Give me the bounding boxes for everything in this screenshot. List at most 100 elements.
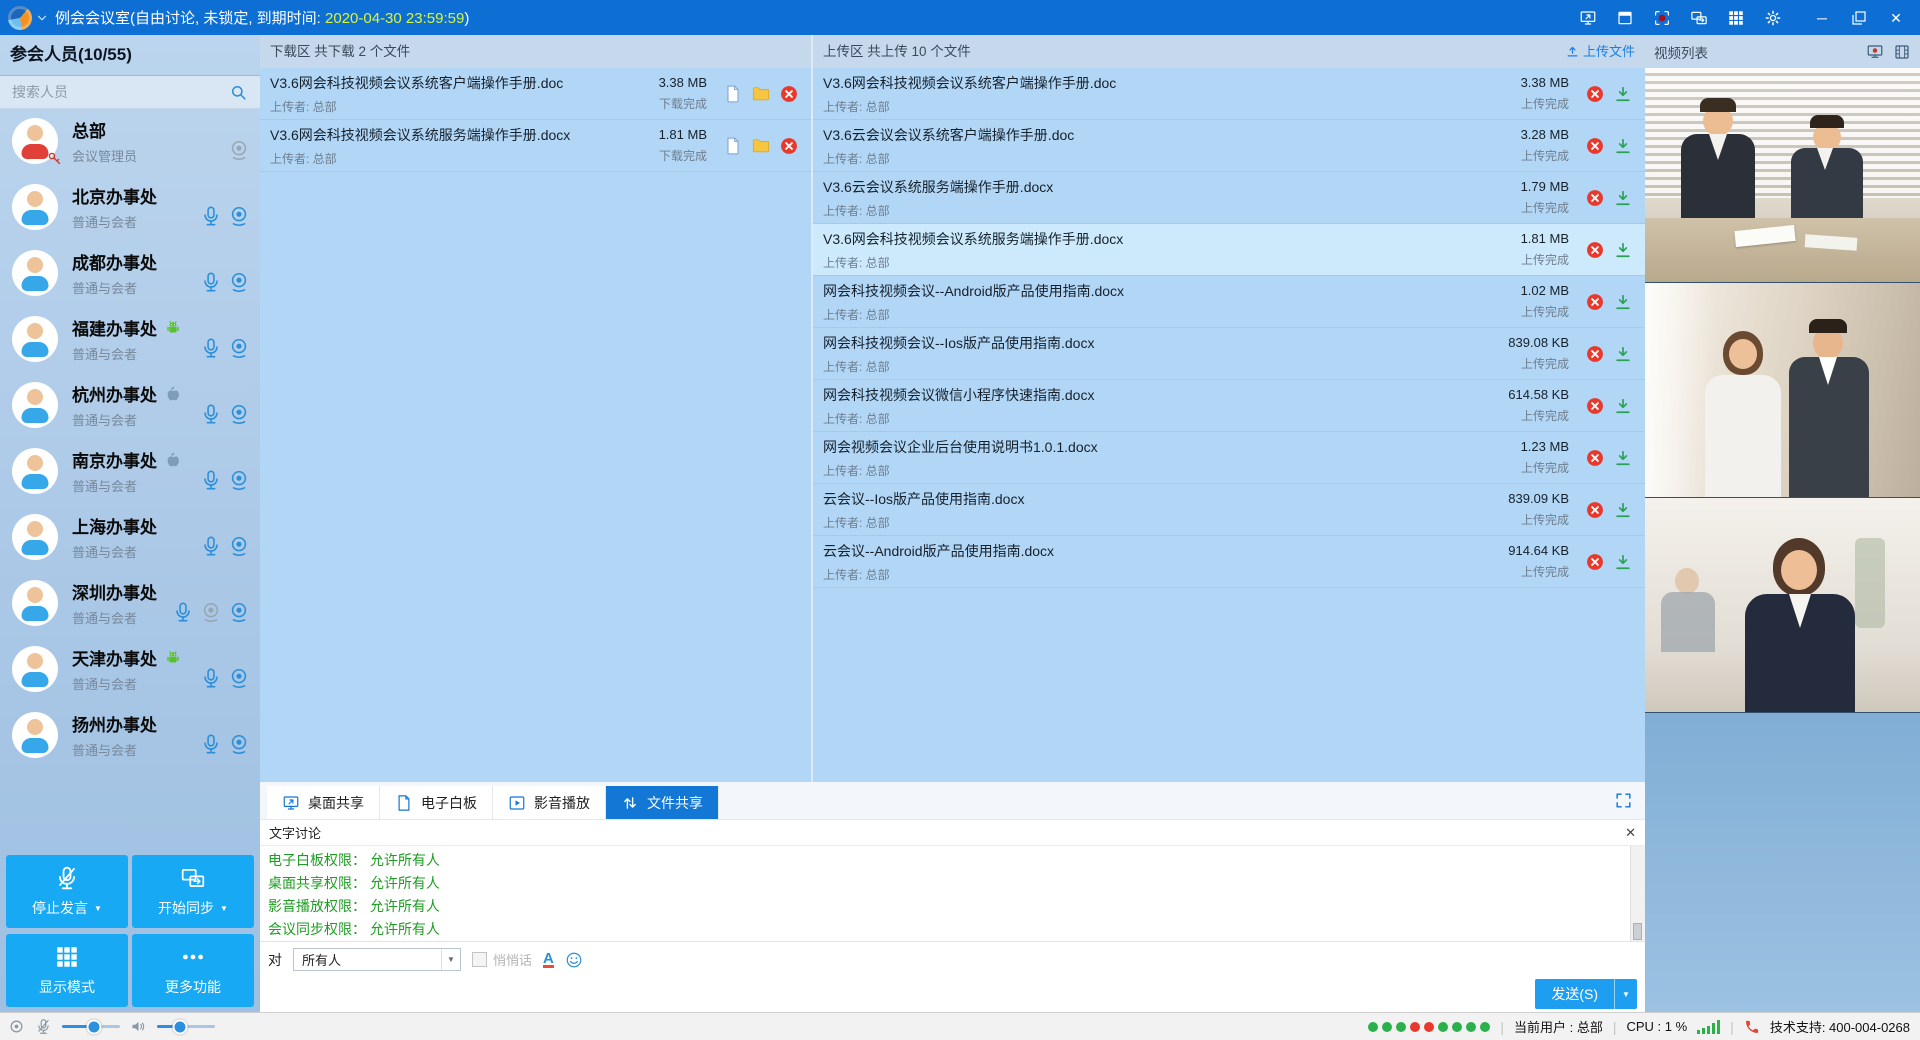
video-tile-3[interactable] <box>1645 498 1920 713</box>
video-wall-icon[interactable] <box>1893 43 1911 61</box>
chat-close-icon[interactable]: ✕ <box>1625 826 1636 839</box>
whisper-checkbox[interactable] <box>472 952 487 967</box>
chevron-down-icon[interactable] <box>35 11 49 25</box>
download-file-icon[interactable] <box>1613 240 1633 260</box>
mic-icon[interactable] <box>172 601 194 623</box>
download-file-icon[interactable] <box>1613 84 1633 104</box>
stop-speaking-button[interactable]: 停止发言▼ <box>6 855 128 928</box>
upload-file-row[interactable]: V3.6网会科技视频会议系统客户端操作手册.doc 上传者: 总部 3.38 M… <box>813 68 1645 120</box>
display-mode-button[interactable]: 显示模式 <box>6 934 128 1007</box>
record-status-icon[interactable] <box>8 1018 25 1035</box>
download-file-icon[interactable] <box>1613 500 1633 520</box>
download-file-icon[interactable] <box>1613 448 1633 468</box>
dropdown-caret[interactable]: ▼ <box>94 904 102 913</box>
download-file-icon[interactable] <box>1613 136 1633 156</box>
recipient-select[interactable]: 所有人 ▼ <box>293 948 461 971</box>
mic-icon[interactable] <box>200 337 222 359</box>
expand-fullscreen-icon[interactable] <box>1614 791 1633 810</box>
upload-file-link[interactable]: 上传文件 <box>1565 35 1635 68</box>
font-settings-icon[interactable]: A <box>543 952 554 968</box>
download-file-icon[interactable] <box>1613 396 1633 416</box>
participant-row[interactable]: 南京办事处 普通与会者 <box>0 438 260 504</box>
participant-row[interactable]: 北京办事处 普通与会者 <box>0 174 260 240</box>
upload-file-row[interactable]: V3.6网会科技视频会议系统服务端操作手册.docx 上传者: 总部 1.81 … <box>813 224 1645 276</box>
chat-scrollbar[interactable] <box>1630 846 1645 941</box>
send-options-caret[interactable]: ▼ <box>1614 979 1637 1009</box>
camera-icon[interactable] <box>228 205 250 227</box>
more-functions-button[interactable]: 更多功能 <box>132 934 254 1007</box>
participant-row[interactable]: 总部 会议管理员 <box>0 108 260 174</box>
camera-off-icon[interactable] <box>200 601 222 623</box>
maximize-button[interactable] <box>1849 8 1869 28</box>
screen-share-icon[interactable] <box>1578 8 1598 28</box>
open-file-icon[interactable] <box>723 84 743 104</box>
upload-file-row[interactable]: V3.6云会议会议系统客户端操作手册.doc 上传者: 总部 3.28 MB 上… <box>813 120 1645 172</box>
upload-file-row[interactable]: 网会科技视频会议--Android版产品使用指南.docx 上传者: 总部 1.… <box>813 276 1645 328</box>
send-button[interactable]: 发送(S) ▼ <box>1535 979 1637 1009</box>
download-file-icon[interactable] <box>1613 552 1633 572</box>
delete-file-icon[interactable] <box>1585 552 1605 572</box>
upload-file-row[interactable]: V3.6云会议系统服务端操作手册.docx 上传者: 总部 1.79 MB 上传… <box>813 172 1645 224</box>
mic-icon[interactable] <box>200 271 222 293</box>
camera-icon[interactable] <box>228 403 250 425</box>
search-input[interactable] <box>0 83 229 101</box>
camera-off-icon[interactable] <box>228 139 250 161</box>
participant-row[interactable]: 成都办事处 普通与会者 <box>0 240 260 306</box>
select-caret-icon[interactable]: ▼ <box>441 949 460 970</box>
download-file-icon[interactable] <box>1613 292 1633 312</box>
tab-file-share[interactable]: 文件共享 <box>606 786 719 819</box>
tab-desktop-share[interactable]: 桌面共享 <box>267 786 380 819</box>
participant-row[interactable]: 天津办事处 普通与会者 <box>0 636 260 702</box>
camera-icon[interactable] <box>228 535 250 557</box>
mic-icon[interactable] <box>200 469 222 491</box>
participant-row[interactable]: 扬州办事处 普通与会者 <box>0 702 260 768</box>
delete-file-icon[interactable] <box>1585 448 1605 468</box>
settings-gear-icon[interactable] <box>1763 8 1783 28</box>
delete-file-icon[interactable] <box>1585 240 1605 260</box>
upload-file-row[interactable]: 网会科技视频会议--Ios版产品使用指南.docx 上传者: 总部 839.08… <box>813 328 1645 380</box>
camera-icon[interactable] <box>228 469 250 491</box>
open-folder-icon[interactable] <box>751 84 771 104</box>
upload-file-row[interactable]: 网会科技视频会议微信小程序快速指南.docx 上传者: 总部 614.58 KB… <box>813 380 1645 432</box>
emoji-icon[interactable] <box>565 951 583 969</box>
camera-icon[interactable] <box>228 337 250 359</box>
participant-row[interactable]: 福建办事处 普通与会者 <box>0 306 260 372</box>
delete-file-icon[interactable] <box>1585 396 1605 416</box>
delete-file-icon[interactable] <box>1585 188 1605 208</box>
video-tile-2[interactable] <box>1645 283 1920 498</box>
scrollbar-thumb[interactable] <box>1633 923 1642 940</box>
download-file-row[interactable]: V3.6网会科技视频会议系统服务端操作手册.docx 上传者: 总部 1.81 … <box>260 120 811 172</box>
delete-file-icon[interactable] <box>779 84 799 104</box>
speaker-volume-slider[interactable] <box>157 1025 215 1028</box>
mic-icon[interactable] <box>200 403 222 425</box>
video-monitor-icon[interactable] <box>1866 43 1884 61</box>
upload-file-row[interactable]: 网会视频会议企业后台使用说明书1.0.1.docx 上传者: 总部 1.23 M… <box>813 432 1645 484</box>
delete-file-icon[interactable] <box>1585 292 1605 312</box>
download-file-icon[interactable] <box>1613 344 1633 364</box>
participant-row[interactable]: 深圳办事处 普通与会者 <box>0 570 260 636</box>
sync-screens-icon[interactable] <box>1689 8 1709 28</box>
minimize-button[interactable]: ─ <box>1812 8 1832 28</box>
video-tile-1[interactable] <box>1645 68 1920 283</box>
camera-icon[interactable] <box>228 601 250 623</box>
open-folder-icon[interactable] <box>751 136 771 156</box>
mic-volume-slider[interactable] <box>62 1025 120 1028</box>
upload-file-row[interactable]: 云会议--Android版产品使用指南.docx 上传者: 总部 914.64 … <box>813 536 1645 588</box>
mic-icon[interactable] <box>200 205 222 227</box>
layout-grid-icon[interactable] <box>1726 8 1746 28</box>
delete-file-icon[interactable] <box>1585 84 1605 104</box>
download-file-icon[interactable] <box>1613 188 1633 208</box>
delete-file-icon[interactable] <box>1585 136 1605 156</box>
download-file-row[interactable]: V3.6网会科技视频会议系统客户端操作手册.doc 上传者: 总部 3.38 M… <box>260 68 811 120</box>
start-sync-button[interactable]: 开始同步▼ <box>132 855 254 928</box>
tab-media-play[interactable]: 影音播放 <box>493 786 606 819</box>
speaker-icon[interactable] <box>130 1018 147 1035</box>
camera-icon[interactable] <box>228 733 250 755</box>
record-icon[interactable] <box>1652 8 1672 28</box>
mic-icon[interactable] <box>200 667 222 689</box>
camera-icon[interactable] <box>228 667 250 689</box>
window-mode-icon[interactable] <box>1615 8 1635 28</box>
delete-file-icon[interactable] <box>1585 500 1605 520</box>
search-icon[interactable] <box>229 83 248 102</box>
participant-row[interactable]: 上海办事处 普通与会者 <box>0 504 260 570</box>
